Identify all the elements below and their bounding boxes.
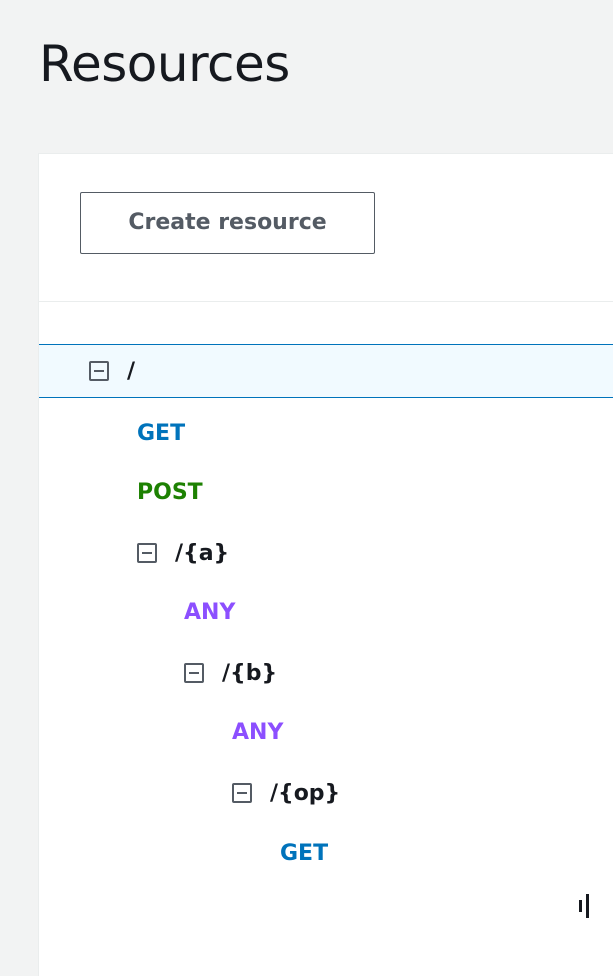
collapse-icon[interactable]	[184, 663, 204, 683]
method-get-op[interactable]: GET	[39, 826, 613, 880]
text-cursor-icon	[579, 891, 593, 919]
resources-toolbar: Create resource	[39, 154, 613, 302]
collapse-icon[interactable]	[137, 543, 157, 563]
collapse-icon[interactable]	[89, 361, 109, 381]
resource-path: /{b}	[222, 660, 278, 686]
tree-node-b[interactable]: /{b}	[39, 646, 613, 700]
method-post-root[interactable]: POST	[39, 465, 613, 519]
resource-path: /{a}	[175, 540, 230, 566]
create-resource-button[interactable]: Create resource	[80, 192, 375, 254]
method-any-b[interactable]: ANY	[39, 705, 613, 759]
tree-node-op[interactable]: /{op}	[39, 766, 613, 820]
resource-path: /{op}	[270, 780, 341, 806]
tree-node-a[interactable]: /{a}	[39, 526, 613, 580]
resource-path: /	[127, 358, 136, 384]
method-label: GET	[137, 420, 186, 446]
method-get-root[interactable]: GET	[39, 406, 613, 460]
method-label: GET	[280, 840, 329, 866]
collapse-icon[interactable]	[232, 783, 252, 803]
method-label: ANY	[232, 719, 284, 745]
tree-node-root[interactable]: /	[39, 344, 613, 398]
method-label: ANY	[184, 599, 236, 625]
resources-panel: Create resource / GET POST /{a} ANY /{b}…	[38, 153, 613, 976]
page-title: Resources	[39, 35, 290, 93]
method-label: POST	[137, 479, 203, 505]
method-any-a[interactable]: ANY	[39, 585, 613, 639]
